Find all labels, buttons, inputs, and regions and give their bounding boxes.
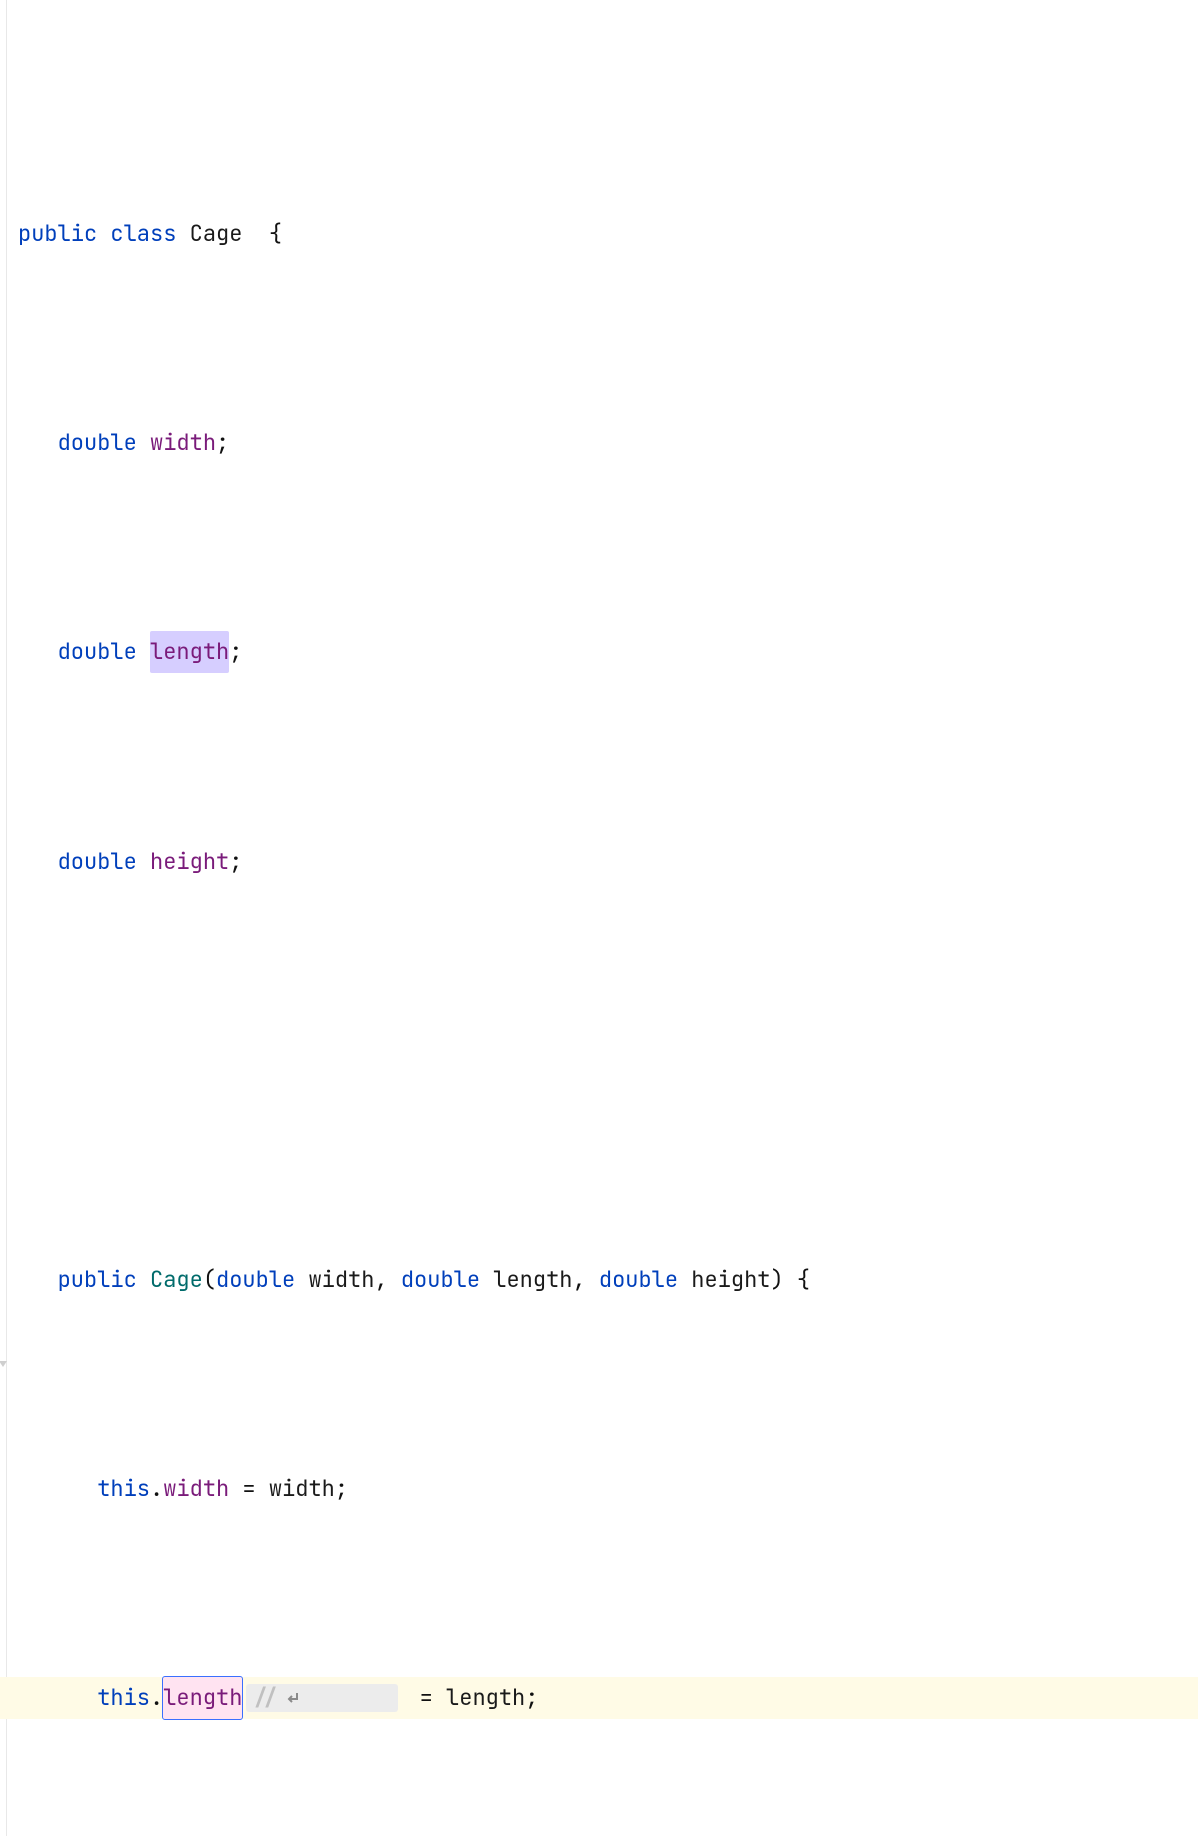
paren: ) { <box>770 1259 810 1301</box>
keyword: double <box>216 1259 295 1301</box>
field-highlighted: length <box>150 631 229 673</box>
comment-icon: // <box>252 1677 278 1719</box>
comma: , <box>374 1259 400 1301</box>
param: length <box>493 1259 572 1301</box>
paren: ( <box>203 1259 216 1301</box>
field: width <box>150 422 216 464</box>
keyword: double <box>401 1259 480 1301</box>
code-line-current[interactable]: this . length // = length ; <box>0 1677 1198 1719</box>
gutter <box>0 0 7 1836</box>
code-editor[interactable]: public class Cage { double width ; doubl… <box>0 0 1198 1836</box>
code-line[interactable]: double height ; <box>0 841 1198 883</box>
inline-hint-widget[interactable]: // <box>246 1684 398 1712</box>
eq: = <box>229 1468 269 1510</box>
dot: . <box>150 1468 163 1510</box>
keyword: this <box>97 1468 150 1510</box>
enter-icon <box>285 1607 391 1790</box>
ident: length <box>446 1677 525 1719</box>
dot: . <box>150 1677 163 1719</box>
param: height <box>691 1259 770 1301</box>
comma: , <box>572 1259 598 1301</box>
code-line[interactable]: this . width = width ; <box>0 1468 1198 1510</box>
field: width <box>163 1468 229 1510</box>
semi: ; <box>216 422 229 464</box>
keyword: double <box>58 841 137 883</box>
semi: ; <box>335 1468 348 1510</box>
keyword: public <box>18 213 97 255</box>
code-line[interactable]: double length ; <box>0 631 1198 673</box>
class-name: Cage <box>150 1259 203 1301</box>
eq: = <box>406 1677 446 1719</box>
field: height <box>150 841 229 883</box>
param: width <box>308 1259 374 1301</box>
keyword: double <box>599 1259 678 1301</box>
brace: { <box>269 213 282 255</box>
class-name: Cage <box>190 213 243 255</box>
semi: ; <box>229 841 242 883</box>
keyword: class <box>110 213 176 255</box>
code-line[interactable]: public class Cage { <box>0 213 1198 255</box>
code-line[interactable] <box>0 1050 1198 1092</box>
ident: width <box>269 1468 335 1510</box>
keyword: double <box>58 631 137 673</box>
semi: ; <box>525 1677 538 1719</box>
field-rename-target[interactable]: length <box>163 1677 242 1719</box>
keyword: public <box>58 1259 137 1301</box>
fold-marker-icon[interactable] <box>0 1274 9 1286</box>
keyword: double <box>58 422 137 464</box>
keyword: this <box>97 1677 150 1719</box>
semi: ; <box>229 631 242 673</box>
code-line[interactable]: double width ; <box>0 422 1198 464</box>
code-line[interactable]: public Cage ( double width , double leng… <box>0 1259 1198 1301</box>
